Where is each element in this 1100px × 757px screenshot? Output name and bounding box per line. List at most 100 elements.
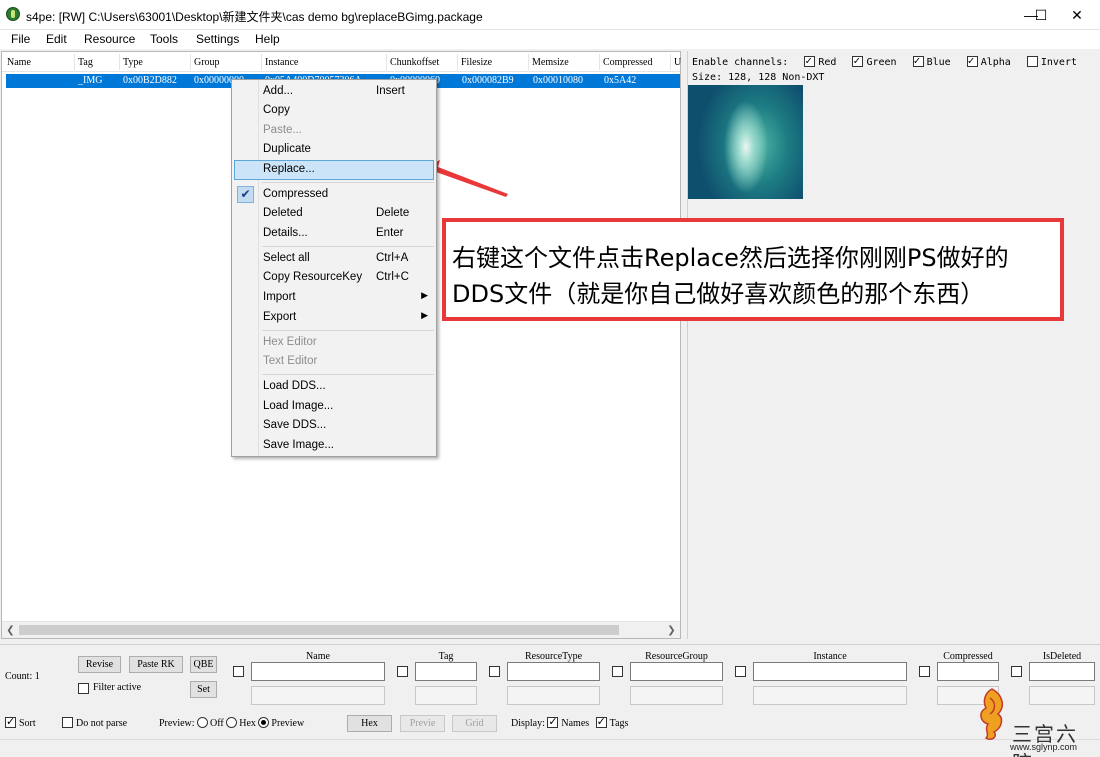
red-checkbox[interactable] — [804, 54, 816, 67]
column-u[interactable]: U — [674, 54, 681, 70]
column-tag[interactable]: Tag — [78, 54, 120, 70]
column-chunkoffset[interactable]: Chunkoffset — [390, 54, 458, 70]
channel-green[interactable]: Green — [852, 54, 906, 68]
column-type[interactable]: Type — [123, 54, 191, 70]
revise-button[interactable]: Revise — [78, 656, 121, 673]
column-memsize[interactable]: Memsize — [532, 54, 600, 70]
channel-blue[interactable]: Blue — [912, 54, 961, 68]
scroll-right-icon[interactable]: ❯ — [664, 623, 679, 638]
menu-item-save-image[interactable]: Save Image... — [234, 436, 434, 456]
filter-compressed-checkbox[interactable] — [919, 666, 930, 677]
menu-item-import[interactable]: Import ▶ — [234, 288, 434, 308]
cell-memsize: 0x00010080 — [533, 75, 583, 86]
channel-red[interactable]: Red — [804, 54, 846, 68]
filter-resourcetype-input[interactable] — [507, 662, 600, 681]
paste-rk-button[interactable]: Paste RK — [129, 656, 183, 673]
sort-checkbox[interactable] — [5, 715, 16, 728]
menu-help[interactable]: Help — [255, 32, 280, 46]
preview-hex-radio[interactable] — [226, 717, 238, 728]
app-icon — [6, 7, 20, 21]
menu-settings[interactable]: Settings — [196, 32, 239, 46]
menu-item-shortcut: Enter — [376, 227, 404, 239]
menu-item-details[interactable]: Details... Enter — [234, 224, 434, 244]
cell-filesize: 0x000082B9 — [462, 75, 514, 86]
filter-resourcegroup-input[interactable] — [630, 662, 723, 681]
filter-active-checkbox[interactable] — [78, 683, 89, 694]
scrollbar-thumb[interactable] — [19, 625, 619, 635]
cell-type: 0x00B2D882 — [123, 75, 177, 86]
menu-item-copy[interactable]: Copy — [234, 101, 434, 121]
filter-isdeleted-input[interactable] — [1029, 662, 1095, 681]
column-group[interactable]: Group — [194, 54, 262, 70]
filter-name-checkbox[interactable] — [233, 666, 244, 677]
column-compressed[interactable]: Compressed — [603, 54, 671, 70]
preview-off-radio[interactable] — [197, 717, 209, 728]
menu-tools[interactable]: Tools — [150, 32, 178, 46]
close-button[interactable]: ✕ — [1054, 0, 1100, 30]
menu-item-label: Load DDS... — [263, 380, 326, 392]
preview-preview-radio[interactable] — [258, 717, 270, 728]
menu-item-add[interactable]: Add... Insert — [234, 82, 434, 102]
submenu-arrow-icon: ▶ — [421, 310, 428, 320]
invert-checkbox[interactable] — [1026, 56, 1038, 67]
menu-item-label: Hex Editor — [263, 336, 317, 348]
do-not-parse-checkbox[interactable] — [62, 717, 73, 728]
menu-item-copy-resourcekey[interactable]: Copy ResourceKey Ctrl+C — [234, 268, 434, 288]
filter-instance-input[interactable] — [753, 662, 907, 681]
menu-edit[interactable]: Edit — [46, 32, 67, 46]
scroll-left-icon[interactable]: ❮ — [3, 623, 18, 638]
menu-item-replace[interactable]: Replace... — [234, 160, 434, 180]
menu-separator — [262, 374, 434, 375]
filter-header-isdeleted: IsDeleted — [1042, 651, 1082, 662]
menu-item-shortcut: Insert — [376, 85, 405, 97]
green-checkbox[interactable] — [852, 54, 864, 67]
names-checkbox[interactable] — [547, 715, 559, 728]
qbe-button[interactable]: QBE — [190, 656, 217, 673]
window-title: s4pe: [RW] C:\Users\63001\Desktop\新建文件夹\… — [26, 10, 483, 24]
channel-invert[interactable]: Invert — [1026, 56, 1087, 68]
sort-option[interactable]: Sort — [5, 715, 36, 729]
set-button[interactable]: Set — [190, 681, 217, 698]
menu-item-load-dds[interactable]: Load DDS... — [234, 377, 434, 397]
menu-file[interactable]: File — [11, 32, 30, 46]
menu-item-shortcut: Ctrl+A — [376, 252, 409, 264]
channel-alpha[interactable]: Alpha — [966, 54, 1021, 68]
menu-item-load-image[interactable]: Load Image... — [234, 397, 434, 417]
menu-resource[interactable]: Resource — [84, 32, 135, 46]
column-filesize[interactable]: Filesize — [461, 54, 529, 70]
column-name[interactable]: Name — [7, 54, 75, 70]
hex-button[interactable]: Hex — [347, 715, 392, 732]
menu-item-label: Text Editor — [263, 355, 318, 367]
annotation-callout: 右键这个文件点击Replace然后选择你刚刚PS做好的 DDS文件（就是你自己做… — [442, 218, 1064, 321]
menu-item-label: Add... — [263, 85, 294, 97]
phoenix-logo-icon — [980, 688, 1003, 741]
filter-tag-checkbox[interactable] — [397, 666, 408, 677]
filter-resourcetype-checkbox[interactable] — [489, 666, 500, 677]
filter-panel: Count: 1 Revise Paste RK QBE Filter acti… — [0, 644, 1100, 757]
filter-instance-checkbox[interactable] — [735, 666, 746, 677]
menu-item-label: Copy — [263, 104, 290, 116]
horizontal-scrollbar[interactable]: ❮ ❯ — [2, 621, 680, 638]
menu-item-label: Replace... — [263, 163, 315, 175]
tags-checkbox[interactable] — [595, 715, 607, 728]
menu-item-select-all[interactable]: Select all Ctrl+A — [234, 249, 434, 269]
filter-resourcegroup-checkbox[interactable] — [612, 666, 623, 677]
image-size-text: Size: 128, 128 Non-DXT — [692, 72, 825, 83]
menu-item-duplicate[interactable]: Duplicate — [234, 140, 434, 160]
column-instance[interactable]: Instance — [265, 54, 387, 70]
filter-header-resourcegroup: ResourceGroup — [645, 651, 708, 662]
do-not-parse-option[interactable]: Do not parse — [62, 717, 127, 729]
alpha-checkbox[interactable] — [966, 54, 978, 67]
invert-label: Invert — [1040, 57, 1077, 68]
menu-item-compressed[interactable]: ✔ Compressed — [234, 185, 434, 205]
filter-compressed-input[interactable] — [937, 662, 999, 681]
filter-tag-input[interactable] — [415, 662, 477, 681]
menu-item-export[interactable]: Export ▶ — [234, 308, 434, 328]
filter-name-input[interactable] — [251, 662, 385, 681]
menu-separator — [262, 246, 434, 247]
menu-item-label: Save Image... — [263, 439, 334, 451]
menu-item-deleted[interactable]: Deleted Delete — [234, 204, 434, 224]
menu-item-save-dds[interactable]: Save DDS... — [234, 416, 434, 436]
filter-isdeleted-checkbox[interactable] — [1011, 666, 1022, 677]
blue-checkbox[interactable] — [912, 54, 924, 67]
